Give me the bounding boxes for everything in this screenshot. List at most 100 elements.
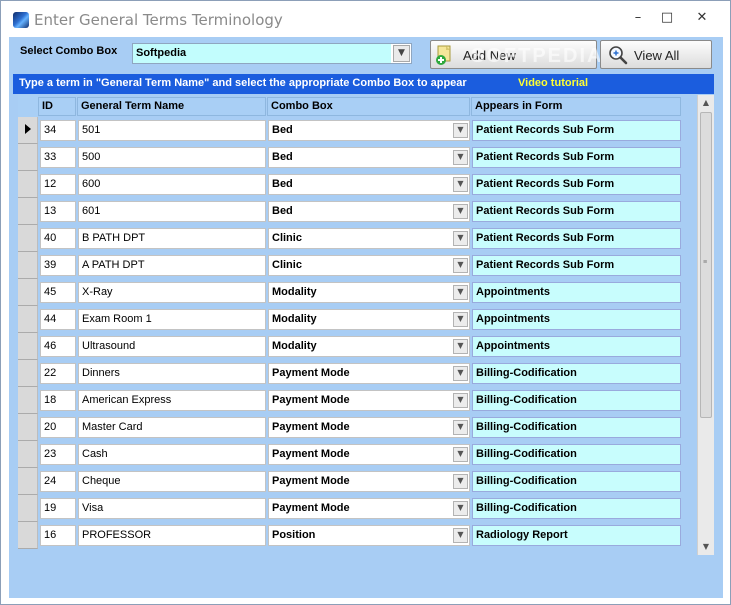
table-row[interactable]: 18 American Express Payment Mode ▼ Billing-C… — [18, 387, 697, 414]
general-term-name-cell[interactable]: A PATH DPT — [78, 255, 266, 276]
combo-box-cell[interactable]: Payment Mode ▼ — [268, 363, 470, 384]
appears-in-form-cell[interactable]: Billing-Codification — [472, 444, 681, 465]
table-row[interactable]: 22 Dinners Payment Mode ▼ Billing-Codificati… — [18, 360, 697, 387]
appears-in-form-cell[interactable]: Patient Records Sub Form — [472, 174, 681, 195]
general-term-name-cell[interactable]: Cheque — [78, 471, 266, 492]
combo-box-cell[interactable]: Bed ▼ — [268, 147, 470, 168]
header-id[interactable]: ID — [38, 97, 76, 116]
table-row[interactable]: 20 Master Card Payment Mode ▼ Billing-Codifi… — [18, 414, 697, 441]
appears-in-form-cell[interactable]: Patient Records Sub Form — [472, 228, 681, 249]
table-row[interactable]: 12 600 Bed ▼ Patient Records Sub Form — [18, 171, 697, 198]
general-term-name-cell[interactable]: 501 — [78, 120, 266, 141]
header-general-term-name[interactable]: General Term Name — [77, 97, 266, 116]
combo-box-cell[interactable]: Payment Mode ▼ — [268, 390, 470, 411]
id-cell[interactable]: 24 — [40, 471, 76, 492]
combo-box-cell[interactable]: Payment Mode ▼ — [268, 444, 470, 465]
scrollbar-thumb[interactable]: ≡ — [700, 112, 712, 418]
table-row[interactable]: 16 PROFESSOR Position ▼ Radiology Report — [18, 522, 697, 549]
row-selector[interactable] — [18, 198, 38, 225]
chevron-down-icon[interactable]: ▼ — [453, 312, 468, 327]
view-all-button[interactable]: View All — [600, 40, 712, 69]
table-row[interactable]: 19 Visa Payment Mode ▼ Billing-Codification — [18, 495, 697, 522]
maximize-button[interactable]: □ — [653, 7, 681, 29]
appears-in-form-cell[interactable]: Appointments — [472, 282, 681, 303]
scroll-up-icon[interactable]: ▲ — [698, 95, 714, 111]
appears-in-form-cell[interactable]: Billing-Codification — [472, 363, 681, 384]
id-cell[interactable]: 22 — [40, 363, 76, 384]
chevron-down-icon[interactable]: ▼ — [453, 204, 468, 219]
combo-box-cell[interactable]: Payment Mode ▼ — [268, 471, 470, 492]
combo-box-cell[interactable]: Bed ▼ — [268, 201, 470, 222]
row-selector[interactable] — [18, 117, 38, 144]
chevron-down-icon[interactable]: ▼ — [453, 420, 468, 435]
combo-box-cell[interactable]: Payment Mode ▼ — [268, 417, 470, 438]
general-term-name-cell[interactable]: Dinners — [78, 363, 266, 384]
id-cell[interactable]: 16 — [40, 525, 76, 546]
appears-in-form-cell[interactable]: Appointments — [472, 336, 681, 357]
row-selector[interactable] — [18, 468, 38, 495]
id-cell[interactable]: 44 — [40, 309, 76, 330]
id-cell[interactable]: 12 — [40, 174, 76, 195]
combo-box-cell[interactable]: Modality ▼ — [268, 336, 470, 357]
general-term-name-cell[interactable]: Master Card — [78, 417, 266, 438]
combo-box-cell[interactable]: Modality ▼ — [268, 282, 470, 303]
appears-in-form-cell[interactable]: Billing-Codification — [472, 498, 681, 519]
appears-in-form-cell[interactable]: Radiology Report — [472, 525, 681, 546]
row-selector[interactable] — [18, 522, 38, 549]
row-selector[interactable] — [18, 441, 38, 468]
vertical-scrollbar[interactable]: ▲ ≡ ▼ — [697, 95, 714, 555]
chevron-down-icon[interactable]: ▼ — [453, 123, 468, 138]
combo-box-cell[interactable]: Bed ▼ — [268, 120, 470, 141]
id-cell[interactable]: 20 — [40, 417, 76, 438]
chevron-down-icon[interactable]: ▼ — [453, 447, 468, 462]
title-bar[interactable]: Enter General Terms Terminology – □ ✕ — [1, 1, 730, 37]
table-row[interactable]: 44 Exam Room 1 Modality ▼ Appointments — [18, 306, 697, 333]
id-cell[interactable]: 23 — [40, 444, 76, 465]
row-selector[interactable] — [18, 495, 38, 522]
row-selector[interactable] — [18, 387, 38, 414]
table-row[interactable]: 45 X-Ray Modality ▼ Appointments — [18, 279, 697, 306]
appears-in-form-cell[interactable]: Billing-Codification — [472, 417, 681, 438]
combo-box-cell[interactable]: Clinic ▼ — [268, 228, 470, 249]
combo-box-cell[interactable]: Payment Mode ▼ — [268, 498, 470, 519]
appears-in-form-cell[interactable]: Patient Records Sub Form — [472, 201, 681, 222]
general-term-name-cell[interactable]: X-Ray — [78, 282, 266, 303]
appears-in-form-cell[interactable]: Patient Records Sub Form — [472, 147, 681, 168]
id-cell[interactable]: 39 — [40, 255, 76, 276]
id-cell[interactable]: 18 — [40, 390, 76, 411]
close-button[interactable]: ✕ — [688, 7, 716, 29]
id-cell[interactable]: 13 — [40, 201, 76, 222]
row-selector[interactable] — [18, 252, 38, 279]
appears-in-form-cell[interactable]: Billing-Codification — [472, 390, 681, 411]
row-selector[interactable] — [18, 225, 38, 252]
chevron-down-icon[interactable]: ▼ — [453, 177, 468, 192]
chevron-down-icon[interactable]: ▼ — [453, 366, 468, 381]
id-cell[interactable]: 45 — [40, 282, 76, 303]
video-tutorial-link[interactable]: Video tutorial — [518, 77, 588, 89]
combo-box-cell[interactable]: Modality ▼ — [268, 309, 470, 330]
id-cell[interactable]: 34 — [40, 120, 76, 141]
header-appears-in-form[interactable]: Appears in Form — [471, 97, 681, 116]
general-term-name-cell[interactable]: Visa — [78, 498, 266, 519]
chevron-down-icon[interactable]: ▼ — [453, 528, 468, 543]
appears-in-form-cell[interactable]: Patient Records Sub Form — [472, 120, 681, 141]
general-term-name-cell[interactable]: B PATH DPT — [78, 228, 266, 249]
chevron-down-icon[interactable]: ▼ — [453, 258, 468, 273]
chevron-down-icon[interactable]: ▼ — [453, 393, 468, 408]
combo-box-cell[interactable]: Bed ▼ — [268, 174, 470, 195]
table-row[interactable]: 23 Cash Payment Mode ▼ Billing-Codification — [18, 441, 697, 468]
id-cell[interactable]: 19 — [40, 498, 76, 519]
row-selector[interactable] — [18, 171, 38, 198]
chevron-down-icon[interactable]: ▼ — [453, 150, 468, 165]
general-term-name-cell[interactable]: American Express — [78, 390, 266, 411]
id-cell[interactable]: 33 — [40, 147, 76, 168]
minimize-button[interactable]: – — [624, 7, 652, 29]
id-cell[interactable]: 46 — [40, 336, 76, 357]
row-selector[interactable] — [18, 306, 38, 333]
appears-in-form-cell[interactable]: Patient Records Sub Form — [472, 255, 681, 276]
appears-in-form-cell[interactable]: Appointments — [472, 309, 681, 330]
row-selector[interactable] — [18, 144, 38, 171]
header-combo-box[interactable]: Combo Box — [267, 97, 470, 116]
general-term-name-cell[interactable]: Exam Room 1 — [78, 309, 266, 330]
table-row[interactable]: 46 Ultrasound Modality ▼ Appointments — [18, 333, 697, 360]
